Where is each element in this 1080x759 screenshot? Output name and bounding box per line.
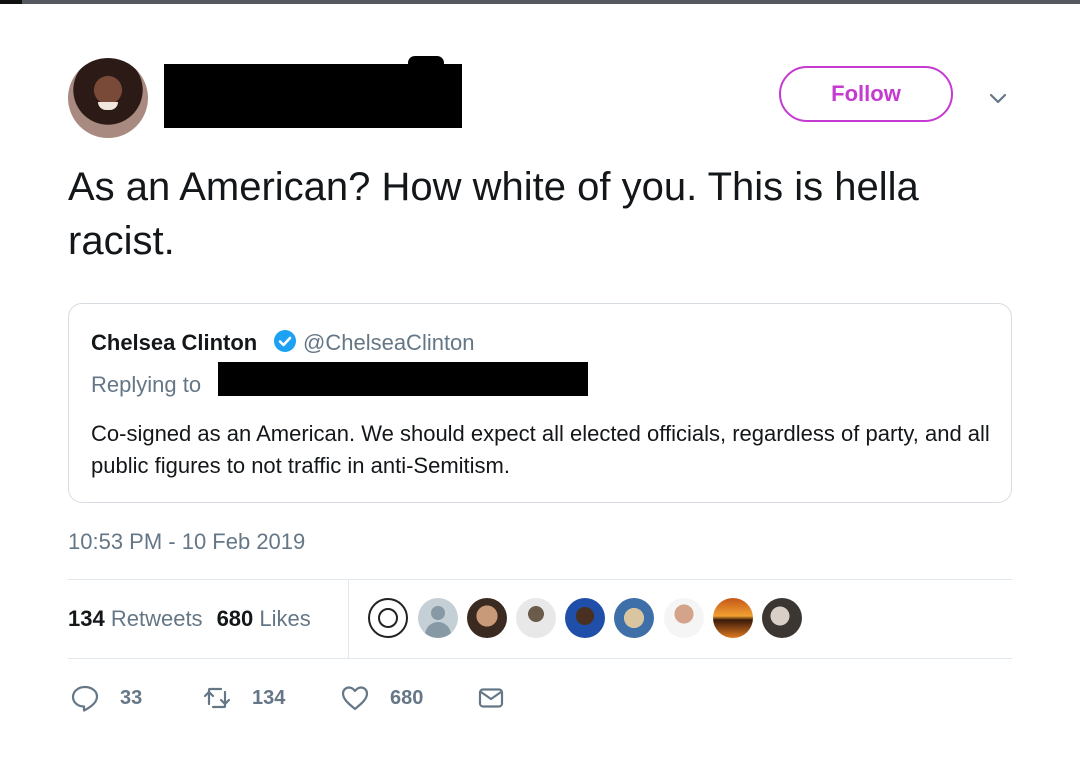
likes-stat[interactable]: 680 Likes	[217, 606, 311, 631]
engagement-stats: 134 Retweets 680 Likes	[68, 606, 311, 632]
liker-avatar[interactable]	[762, 598, 802, 638]
retweets-count: 134	[68, 606, 105, 631]
quoted-tweet[interactable]: Chelsea Clinton @ChelseaClinton Replying…	[68, 303, 1012, 503]
likes-label: Likes	[259, 606, 311, 631]
quoted-author-handle: @ChelseaClinton	[303, 330, 475, 355]
liker-avatar[interactable]	[368, 598, 408, 638]
divider	[68, 658, 1012, 659]
retweets-stat[interactable]: 134 Retweets	[68, 606, 203, 631]
chevron-down-icon[interactable]	[986, 86, 1010, 110]
direct-message-button[interactable]	[476, 678, 506, 718]
retweet-button[interactable]: 134	[202, 678, 285, 718]
like-button[interactable]: 680	[340, 678, 423, 718]
liker-avatar[interactable]	[418, 598, 458, 638]
liker-avatar[interactable]	[467, 598, 507, 638]
replying-to-label: Replying to	[91, 372, 202, 397]
divider	[68, 579, 1012, 580]
author-avatar[interactable]	[68, 58, 148, 138]
retweet-count: 134	[252, 686, 286, 709]
top-edge-bar-dark	[0, 0, 22, 4]
like-count: 680	[390, 686, 424, 709]
follow-button[interactable]: Follow	[779, 66, 953, 122]
reply-icon	[71, 685, 99, 712]
retweet-icon	[203, 687, 231, 709]
retweets-label: Retweets	[110, 606, 203, 631]
quoted-tweet-text: Co-signed as an American. We should expe…	[91, 421, 990, 478]
quoted-author-name: Chelsea Clinton	[91, 330, 258, 355]
top-edge-bar	[0, 0, 1080, 4]
verified-badge-icon	[274, 330, 296, 352]
likes-count: 680	[216, 606, 254, 631]
reply-count: 33	[120, 686, 143, 709]
redacted-reply-target	[218, 362, 588, 396]
tweet-text: As an American? How white of you. This i…	[68, 165, 919, 263]
reply-button[interactable]: 33	[70, 678, 142, 718]
envelope-icon	[478, 688, 504, 708]
redacted-author-name	[164, 64, 462, 128]
liker-avatar[interactable]	[664, 598, 704, 638]
liker-avatar[interactable]	[516, 598, 556, 638]
tweet-timestamp[interactable]: 10:53 PM - 10 Feb 2019	[68, 529, 305, 555]
liker-avatar[interactable]	[713, 598, 753, 638]
liker-avatar[interactable]	[614, 598, 654, 638]
liker-avatar[interactable]	[565, 598, 605, 638]
redacted-author-extra	[408, 56, 444, 70]
avatar-smile	[98, 102, 118, 110]
stats-divider	[348, 580, 349, 658]
heart-icon	[341, 686, 369, 711]
